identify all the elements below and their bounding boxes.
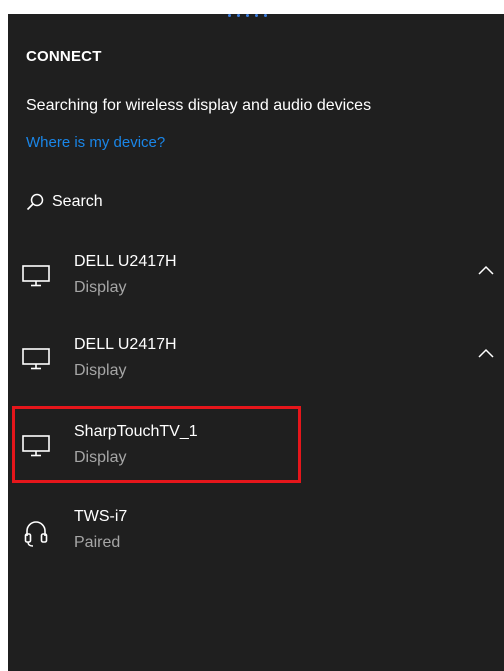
chevron-up-icon[interactable]	[478, 263, 494, 275]
searching-progress-indicator	[228, 14, 267, 20]
device-item-dell-u2417h-2[interactable]: DELL U2417H Display	[12, 334, 502, 404]
device-type: Display	[74, 279, 127, 296]
panel-title: CONNECT	[26, 48, 102, 65]
device-status: Paired	[74, 534, 121, 551]
device-name: SharpTouchTV_1	[74, 423, 198, 440]
where-is-my-device-link[interactable]: Where is my device?	[26, 134, 165, 151]
device-name: TWS-i7	[74, 508, 128, 525]
device-item-sharptouchtv-1[interactable]: SharpTouchTV_1 Display	[12, 421, 502, 491]
device-name: DELL U2417H	[74, 253, 177, 270]
monitor-icon	[22, 264, 50, 288]
search-label: Search	[52, 193, 103, 210]
device-name: DELL U2417H	[74, 336, 177, 353]
connect-panel: CONNECT Searching for wireless display a…	[8, 14, 504, 671]
search-status-text: Searching for wireless display and audio…	[26, 97, 372, 114]
monitor-icon	[22, 434, 50, 458]
headphones-icon	[22, 519, 50, 547]
device-item-dell-u2417h-1[interactable]: DELL U2417H Display	[12, 251, 502, 321]
search-icon	[26, 193, 44, 211]
device-item-tws-i7[interactable]: TWS-i7 Paired	[12, 506, 502, 576]
search-button[interactable]: Search	[26, 190, 103, 214]
device-type: Display	[74, 362, 127, 379]
chevron-up-icon[interactable]	[478, 346, 494, 358]
device-type: Display	[74, 449, 127, 466]
monitor-icon	[22, 347, 50, 371]
